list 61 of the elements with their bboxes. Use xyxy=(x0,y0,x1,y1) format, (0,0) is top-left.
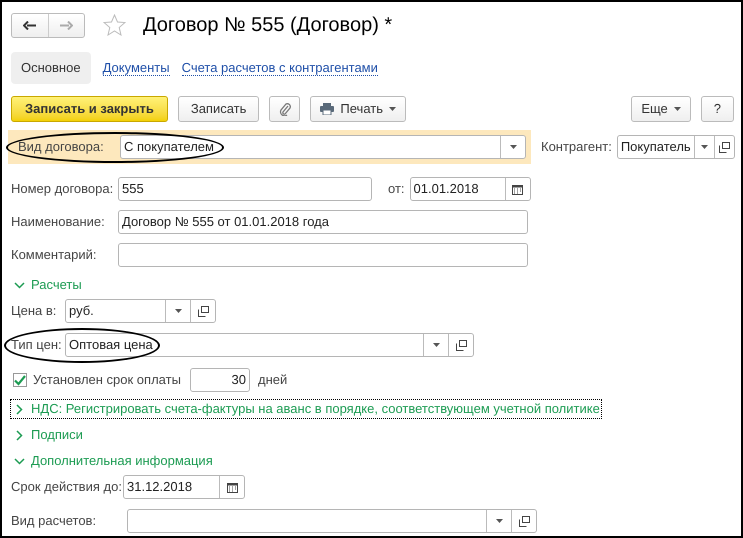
checkmark-icon xyxy=(14,374,26,386)
dropdown-field[interactable]: Оптовая цена xyxy=(65,333,474,357)
group-header[interactable]: Подписи xyxy=(11,426,84,444)
open-window-icon xyxy=(518,516,530,526)
caret-icon xyxy=(389,107,396,111)
input-field[interactable] xyxy=(118,243,528,267)
save-close-button[interactable]: Записать и закрыть xyxy=(11,96,168,122)
dropdown-field[interactable]: Покупатель xyxy=(616,135,735,159)
forward-arrow-icon xyxy=(60,20,73,30)
dropdown-field[interactable] xyxy=(127,509,537,533)
field-label: Наименование: xyxy=(11,213,106,232)
date-field[interactable]: 31.12.2018 xyxy=(123,475,245,499)
chevron-right-icon xyxy=(16,404,23,414)
field-label: Тип цен: xyxy=(11,336,63,354)
tab[interactable]: Счета расчетов с контрагентами xyxy=(182,52,378,84)
star-icon[interactable] xyxy=(103,14,126,36)
open-window-icon xyxy=(456,340,466,350)
group-header[interactable]: Дополнительная информация xyxy=(11,452,214,470)
field-label: Комментарий: xyxy=(11,246,98,264)
caret-icon xyxy=(432,343,440,347)
tab[interactable]: Документы xyxy=(102,52,170,84)
attach-button[interactable] xyxy=(269,96,300,122)
open-window-icon xyxy=(198,306,208,316)
printer-icon xyxy=(320,103,334,115)
group-header[interactable]: НДС: Регистрировать счета-фактуры на аванс в порядке, соответствующем учетной политике xyxy=(11,400,601,418)
chevron-down-icon xyxy=(14,282,25,288)
menu-button[interactable]: Еще xyxy=(631,96,691,122)
print-button[interactable]: Печать xyxy=(310,96,406,122)
chevron-down-icon xyxy=(14,458,25,464)
field-label: от: xyxy=(388,180,405,198)
field-label: Срок действия до: xyxy=(11,478,123,496)
calendar-icon xyxy=(512,184,524,194)
paperclip-icon xyxy=(278,102,291,116)
field-label: Вид договора: xyxy=(18,138,105,156)
dropdown-field[interactable]: С покупателем xyxy=(120,135,526,159)
group-header[interactable]: Расчеты xyxy=(11,276,83,294)
caret-icon xyxy=(510,145,516,149)
caret-icon xyxy=(174,309,182,313)
checkbox-label: Установлен срок оплаты xyxy=(33,371,182,390)
input-field[interactable]: Договор № 555 от 01.01.2018 года xyxy=(118,210,528,234)
number-field[interactable]: 30 xyxy=(190,368,250,392)
caret-icon xyxy=(700,145,708,149)
window-title: Договор № 555 (Договор) * xyxy=(143,13,392,38)
open-window-icon xyxy=(718,142,730,152)
caret-icon xyxy=(674,107,681,111)
back-arrow-icon xyxy=(23,20,36,30)
calendar-icon xyxy=(226,482,238,492)
field-label: Вид расчетов: xyxy=(11,512,98,530)
field-label: Цена в: xyxy=(11,302,58,320)
field-label: Номер договора: xyxy=(11,180,114,198)
toolbar-button[interactable]: ? xyxy=(700,96,734,122)
date-field[interactable]: 01.01.2018 xyxy=(410,177,531,201)
input-field[interactable]: 555 xyxy=(118,177,372,201)
checkbox[interactable] xyxy=(13,373,27,387)
caret-icon xyxy=(496,519,502,523)
chevron-right-icon xyxy=(16,430,23,440)
tab[interactable]: Основное xyxy=(11,52,91,84)
unit-label: дней xyxy=(258,371,288,390)
dropdown-field[interactable]: руб. xyxy=(65,299,216,323)
field-label: Контрагент: xyxy=(541,138,612,156)
toolbar-button[interactable]: Записать xyxy=(178,96,260,122)
